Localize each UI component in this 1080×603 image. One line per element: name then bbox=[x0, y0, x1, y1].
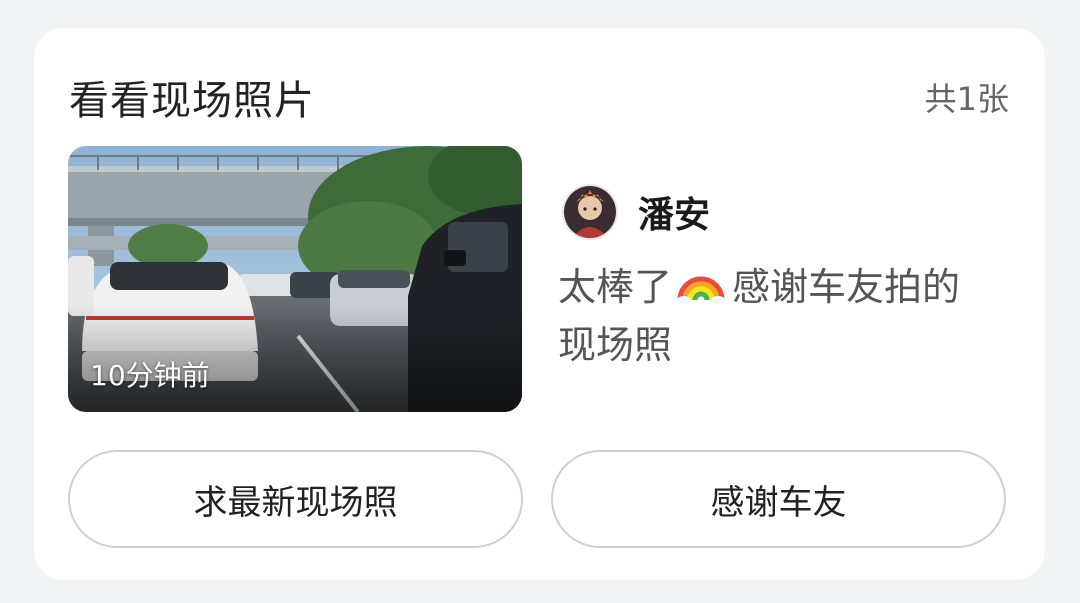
photo-count[interactable]: 共1张 bbox=[925, 74, 1009, 120]
card-title: 看看现场照片 bbox=[69, 78, 315, 124]
thank-driver-button[interactable]: 感谢车友 bbox=[551, 450, 1006, 548]
author-name[interactable]: 潘安 bbox=[638, 186, 710, 238]
comment-text-prefix: 太棒了 bbox=[558, 265, 673, 309]
post-comment: 太棒了 感谢车友拍的现场照 bbox=[558, 258, 998, 374]
rainbow-emoji-icon bbox=[676, 258, 726, 308]
live-photos-card: 看看现场照片 共1张 10分钟前 潘安 太棒了 感谢车友拍的现场照 求最新现场照… bbox=[34, 28, 1045, 580]
avatar[interactable] bbox=[562, 184, 618, 240]
photo-time-ago: 10分钟前 bbox=[90, 359, 210, 392]
live-photo-thumbnail[interactable]: 10分钟前 bbox=[68, 146, 522, 412]
request-latest-photo-button[interactable]: 求最新现场照 bbox=[68, 450, 523, 548]
post-author[interactable]: 潘安 bbox=[562, 184, 710, 240]
